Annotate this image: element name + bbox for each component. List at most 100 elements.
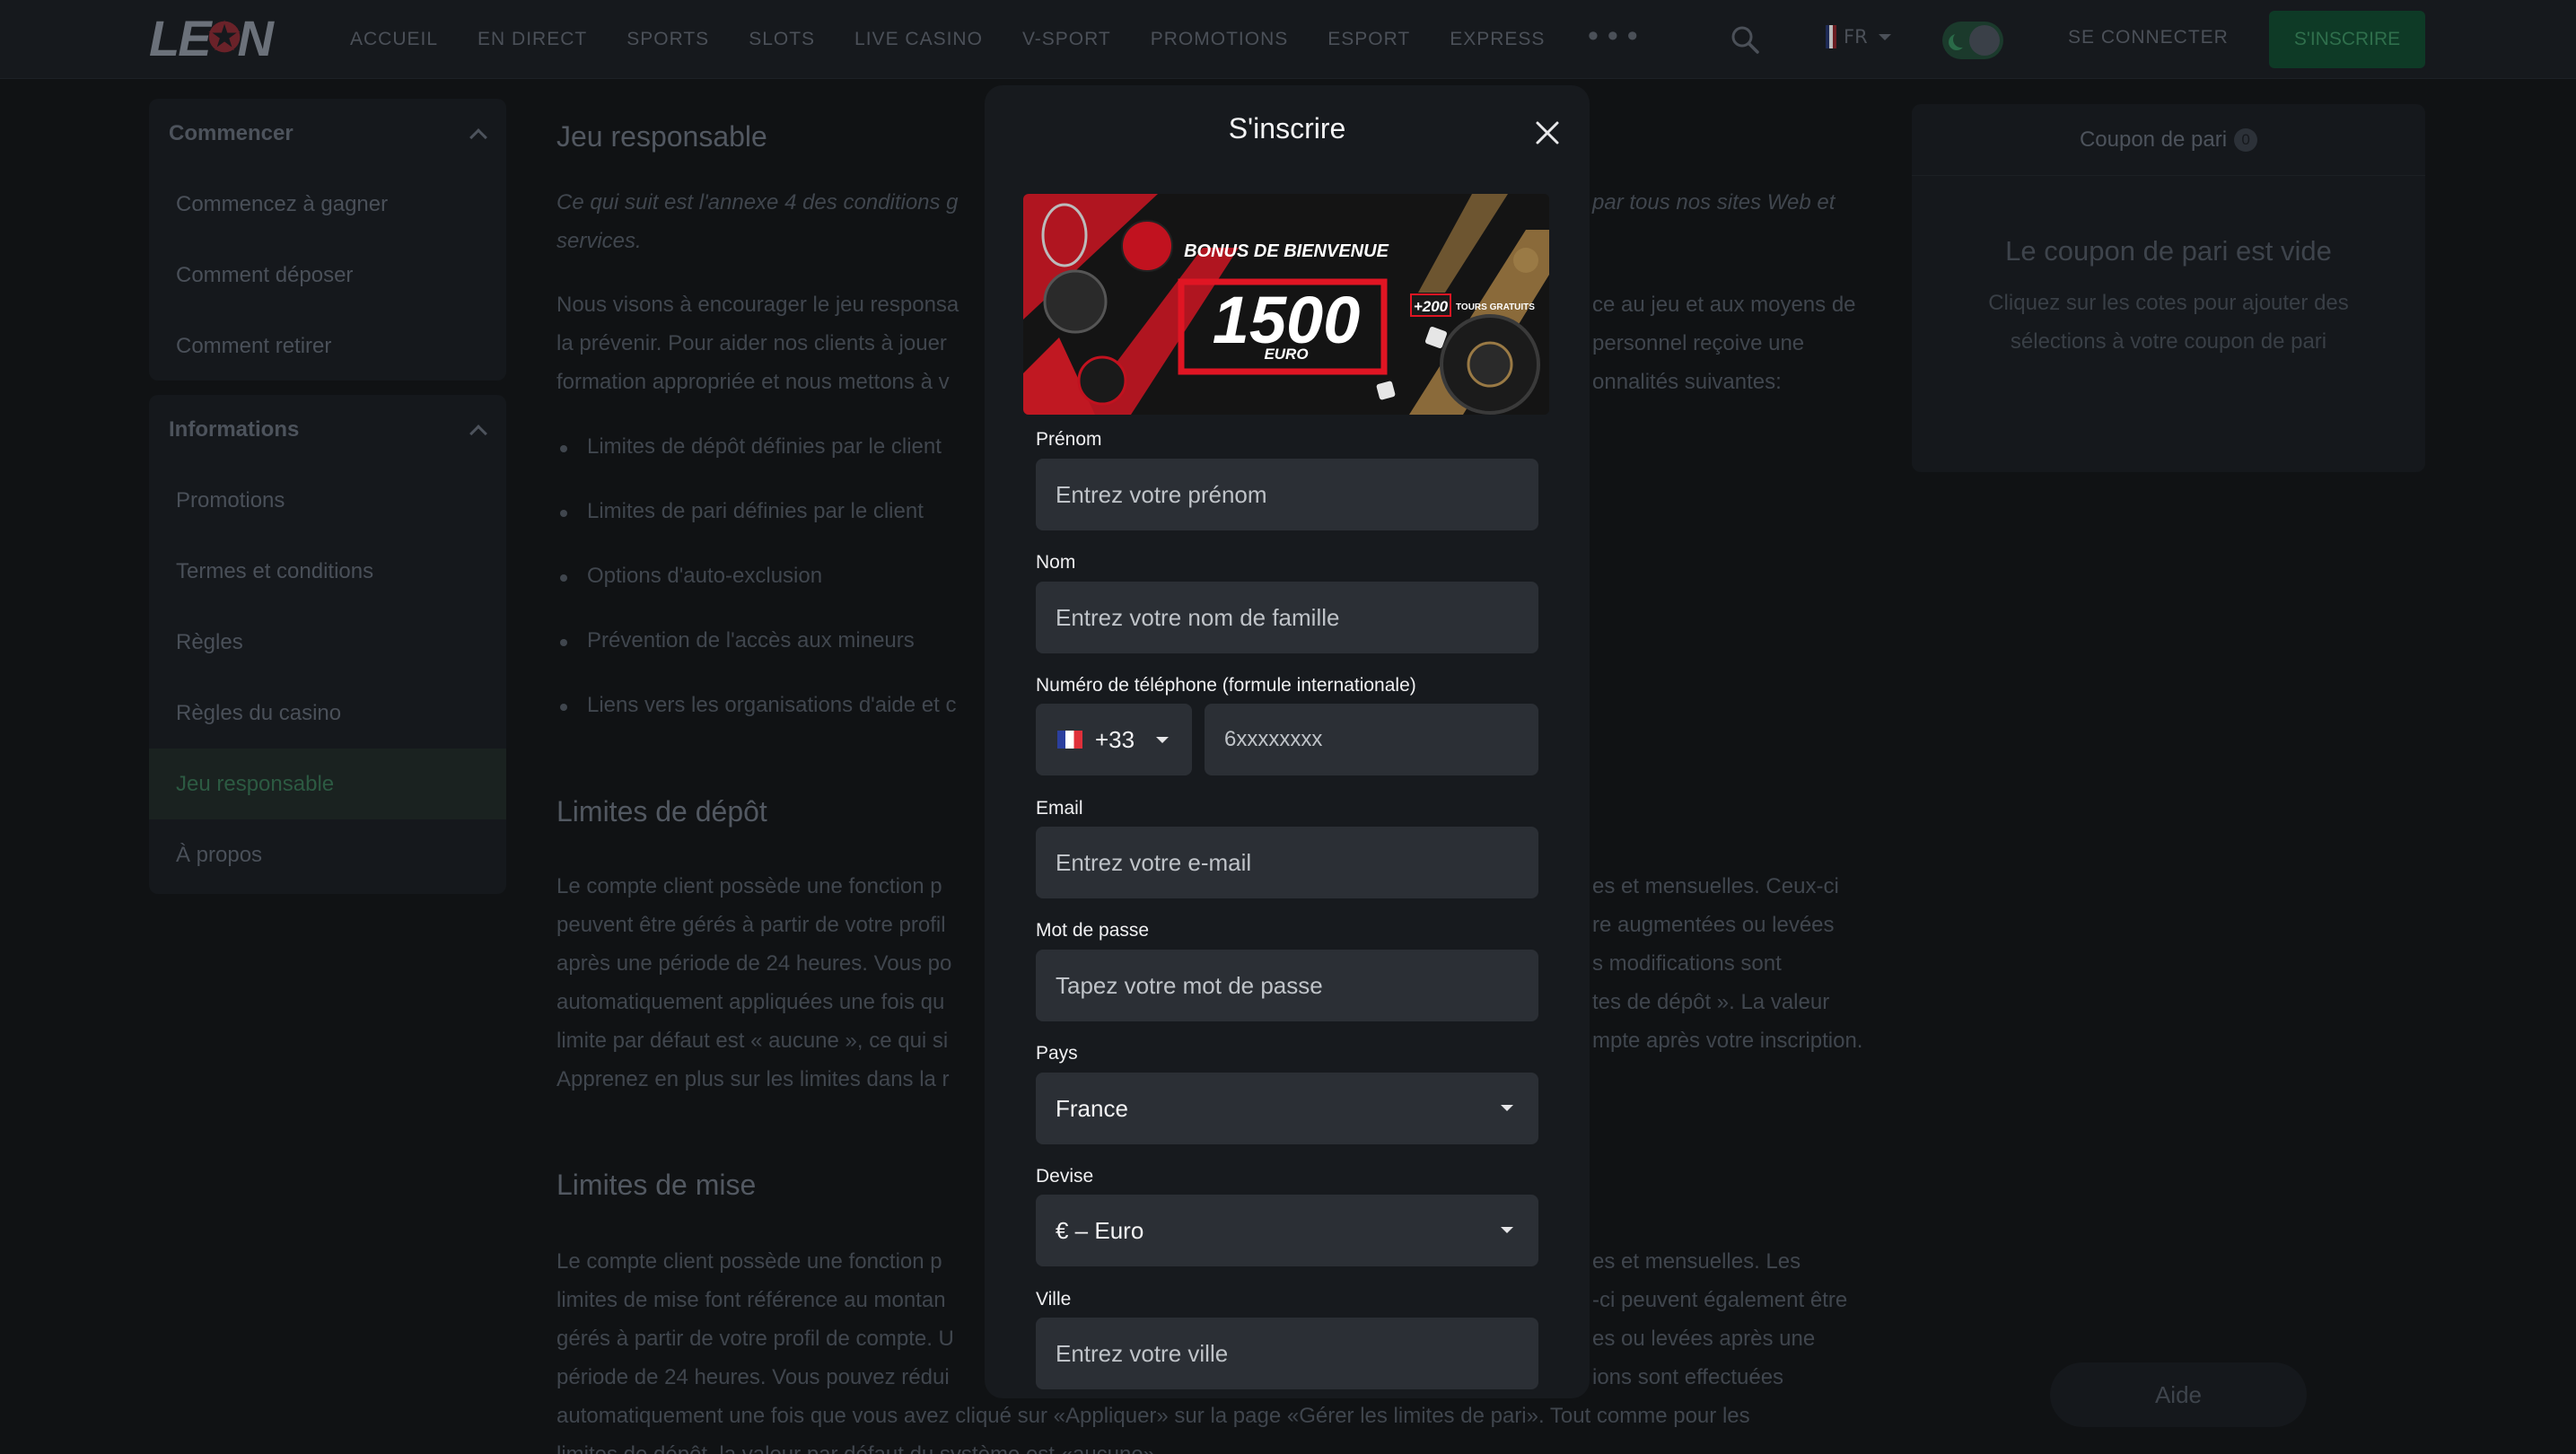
nav-en-direct[interactable]: EN DIRECT bbox=[478, 29, 587, 50]
section-heading: Limites de mise bbox=[556, 1169, 757, 1201]
last-name-input[interactable]: Entrez votre nom de famille bbox=[1036, 582, 1538, 653]
banner-extra: +200 bbox=[1414, 298, 1449, 315]
banner-extra-label: TOURS GRATUITS bbox=[1456, 302, 1535, 312]
paragraph-line: Apprenez en plus sur les limites dans la… bbox=[556, 1067, 950, 1091]
close-icon[interactable] bbox=[1534, 119, 1561, 146]
paragraph-line: automatiquement appliquées une fois qu bbox=[556, 990, 945, 1014]
paragraph-line: la prévenir. Pour aider nos clients à jo… bbox=[556, 331, 947, 355]
paragraph-line: re augmentées ou levées bbox=[1592, 913, 1835, 937]
coupon-empty-title: Le coupon de pari est vide bbox=[2005, 235, 2332, 267]
sidebar-section-informations: Informations Promotions Termes et condit… bbox=[149, 395, 506, 894]
star-icon: ✪ bbox=[207, 15, 241, 60]
country-select[interactable]: France bbox=[1036, 1073, 1538, 1144]
chevron-down-icon bbox=[1501, 1227, 1513, 1233]
intro-text-end: services. bbox=[556, 229, 642, 253]
banner-artwork: BONUS DE BIENVENUE 1500 EURO +200 TOURS … bbox=[1023, 194, 1549, 415]
language-selector[interactable]: FR bbox=[1826, 25, 1891, 48]
email-input[interactable]: Entrez votre e-mail bbox=[1036, 827, 1538, 898]
first-name-input[interactable]: Entrez votre prénom bbox=[1036, 459, 1538, 530]
search-icon[interactable] bbox=[1729, 23, 1761, 56]
paragraph-line: gérés à partir de votre profil de compte… bbox=[556, 1327, 954, 1351]
password-input[interactable]: Tapez votre mot de passe bbox=[1036, 950, 1538, 1021]
leon-logo[interactable]: LE ✪ N bbox=[149, 10, 274, 66]
sidebar-item-regles-casino[interactable]: Règles du casino bbox=[149, 678, 506, 749]
list-item: Liens vers les organisations d'aide et c bbox=[559, 693, 957, 717]
paragraph-line: après une période de 24 heures. Vous po bbox=[556, 951, 952, 976]
intro-text-left: Ce qui suit est l'annexe 4 des condition… bbox=[556, 190, 959, 215]
nav-accueil[interactable]: ACCUEIL bbox=[350, 29, 438, 50]
coupon-header[interactable]: Coupon de pari 0 bbox=[1912, 104, 2425, 176]
email-label: Email bbox=[1036, 798, 1083, 819]
modal-title: S'inscrire bbox=[1228, 112, 1346, 145]
sidebar-section-header[interactable]: Commencer bbox=[149, 99, 506, 169]
flag-icon bbox=[1826, 25, 1836, 48]
toggle-knob bbox=[1969, 25, 2000, 56]
sidebar-item-termes[interactable]: Termes et conditions bbox=[149, 536, 506, 607]
coupon-count-badge: 0 bbox=[2234, 127, 2258, 152]
help-button[interactable]: Aide bbox=[2050, 1362, 2307, 1427]
page-title: Jeu responsable bbox=[556, 120, 767, 153]
city-input[interactable]: Entrez votre ville bbox=[1036, 1318, 1538, 1389]
sidebar-item-regles[interactable]: Règles bbox=[149, 607, 506, 678]
paragraph-line: Le compte client possède une fonction p bbox=[556, 874, 942, 898]
chevron-down-icon bbox=[1878, 33, 1891, 40]
login-button[interactable]: SE CONNECTER bbox=[2068, 27, 2229, 48]
sidebar-section-commencer: Commencer Commencez à gagner Comment dép… bbox=[149, 99, 506, 381]
sidebar-item-deposer[interactable]: Comment déposer bbox=[149, 240, 506, 311]
paragraph-line: peuvent être gérés à partir de votre pro… bbox=[556, 913, 946, 937]
signup-button[interactable]: S'INSCRIRE bbox=[2269, 11, 2425, 68]
currency-select[interactable]: € – Euro bbox=[1036, 1195, 1538, 1266]
intro-text-right: par tous nos sites Web et bbox=[1592, 190, 1836, 215]
paragraph-line: Nous visons à encourager le jeu responsa bbox=[556, 293, 959, 317]
list-item: Prévention de l'accès aux mineurs bbox=[560, 628, 915, 653]
welcome-bonus-banner[interactable]: BONUS DE BIENVENUE 1500 EURO +200 TOURS … bbox=[1023, 194, 1549, 415]
bet-coupon-panel: Coupon de pari 0 Le coupon de pari est v… bbox=[1912, 104, 2425, 472]
chevron-down-icon bbox=[1156, 737, 1169, 743]
theme-toggle[interactable] bbox=[1942, 22, 2003, 59]
nav-sports[interactable]: SPORTS bbox=[626, 29, 709, 50]
chevron-up-icon bbox=[469, 425, 487, 442]
chevron-up-icon bbox=[469, 128, 487, 146]
sidebar-item-retirer[interactable]: Comment retirer bbox=[149, 311, 506, 381]
list-item: Limites de dépôt définies par le client bbox=[560, 434, 942, 459]
top-navigation-bar: LE ✪ N ACCUEIL EN DIRECT SPORTS SLOTS LIVE… bbox=[0, 0, 2576, 79]
paragraph-line: es et mensuelles. Les bbox=[1592, 1249, 1801, 1274]
banner-headline: BONUS DE BIENVENUE bbox=[1184, 241, 1389, 261]
banner-currency: EURO bbox=[1264, 346, 1308, 363]
country-code-select[interactable]: +33 bbox=[1036, 704, 1192, 775]
nav-esport[interactable]: ESPORT bbox=[1327, 29, 1410, 50]
country-label: Pays bbox=[1036, 1043, 1078, 1064]
list-item: Options d'auto-exclusion bbox=[559, 564, 823, 588]
signup-modal: S'inscrire BONUS DE BIENVENUE 1500 EURO … bbox=[985, 85, 1590, 1398]
paragraph-line: limites de mise font référence au montan bbox=[556, 1288, 946, 1312]
last-name-label: Nom bbox=[1036, 552, 1076, 573]
nav-slots[interactable]: SLOTS bbox=[749, 29, 815, 50]
chevron-down-icon bbox=[1501, 1105, 1513, 1111]
nav-promotions[interactable]: PROMOTIONS bbox=[1151, 29, 1289, 50]
sidebar-item-promotions[interactable]: Promotions bbox=[149, 465, 506, 536]
phone-input[interactable]: 6xxxxxxxx bbox=[1205, 704, 1538, 775]
sidebar-section-header[interactable]: Informations bbox=[149, 395, 506, 465]
coupon-empty-text: Cliquez sur les cotes pour ajouter des s… bbox=[1988, 291, 2349, 354]
section-heading: Limites de dépôt bbox=[556, 795, 767, 828]
paragraph-line: -ci peuvent également être bbox=[1592, 1288, 1848, 1312]
sidebar-item-jeu-responsable[interactable]: Jeu responsable bbox=[149, 749, 506, 819]
sidebar-item-commencez[interactable]: Commencez à gagner bbox=[149, 169, 506, 240]
nav-express[interactable]: EXPRESS bbox=[1450, 29, 1545, 50]
paragraph-line: limites de dépôt, la valeur par défaut d… bbox=[556, 1435, 1161, 1454]
paragraph-line: es ou levées après une bbox=[1592, 1327, 1816, 1351]
more-menu-icon[interactable]: ••• bbox=[1584, 20, 1643, 54]
paragraph-line: onnalités suivantes: bbox=[1592, 370, 1782, 394]
paragraph-line: ce au jeu et aux moyens de bbox=[1592, 293, 1856, 317]
password-label: Mot de passe bbox=[1036, 920, 1150, 941]
paragraph-line: formation appropriée et nous mettons à v bbox=[556, 370, 950, 394]
nav-v-sport[interactable]: V-SPORT bbox=[1022, 29, 1111, 50]
paragraph-line: ions sont effectuées bbox=[1592, 1365, 1784, 1389]
paragraph-line: s modifications sont bbox=[1592, 951, 1782, 976]
first-name-label: Prénom bbox=[1036, 429, 1102, 450]
nav-live-casino[interactable]: LIVE CASINO bbox=[854, 29, 983, 50]
paragraph-line: tes de dépôt ». La valeur bbox=[1592, 990, 1830, 1014]
main-nav: ACCUEIL EN DIRECT SPORTS SLOTS LIVE CASI… bbox=[350, 0, 1643, 79]
paragraph-line: Le compte client possède une fonction p bbox=[556, 1249, 942, 1274]
sidebar-item-a-propos[interactable]: À propos bbox=[149, 819, 506, 890]
